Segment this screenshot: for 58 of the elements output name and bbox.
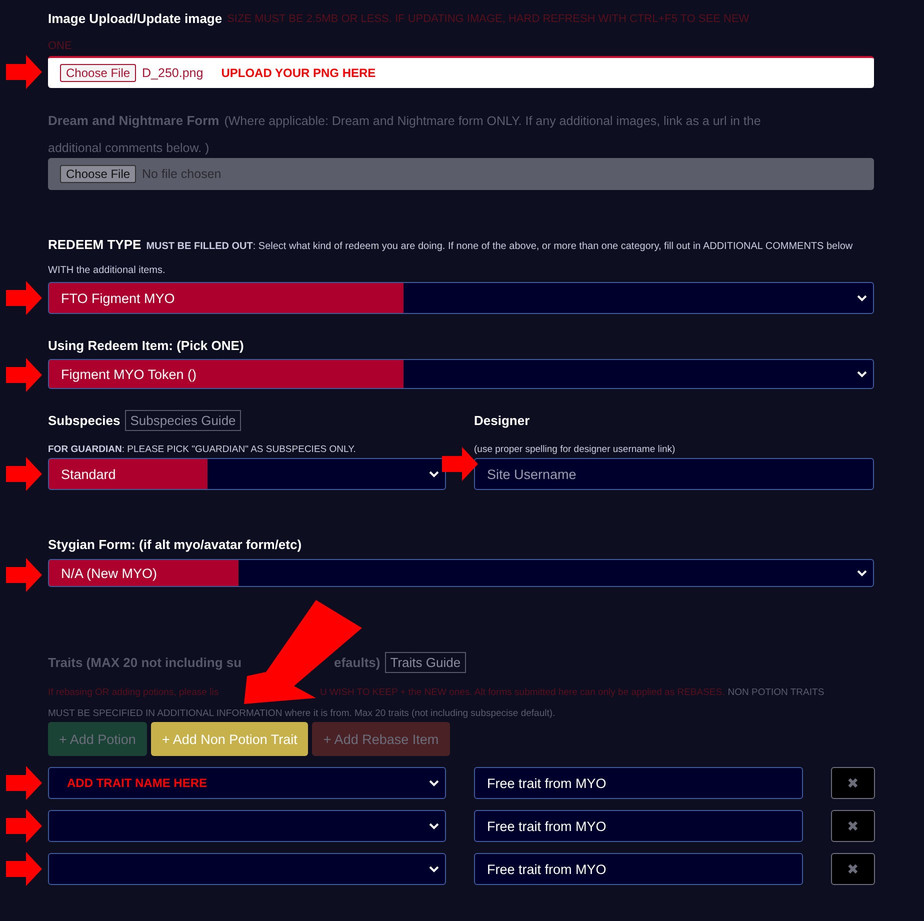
arrow-icon bbox=[6, 456, 42, 492]
annotation-text: UPLOAD YOUR PNG HERE bbox=[221, 66, 376, 80]
choose-file-button[interactable]: Choose File bbox=[60, 64, 136, 82]
remove-button[interactable]: ✖ bbox=[831, 767, 875, 799]
chevron-icon bbox=[429, 470, 439, 478]
trait-select[interactable]: ADD TRAIT NAME HERE bbox=[48, 767, 446, 799]
warning-text: If rebasing OR adding potions, please lis bbox=[48, 687, 219, 698]
arrow-icon bbox=[6, 280, 42, 316]
arrow-icon bbox=[6, 557, 42, 593]
arrow-icon bbox=[6, 357, 42, 393]
field-label: Traits (MAX 20 not including su bbox=[48, 654, 242, 670]
field-label: Subspecies bbox=[48, 412, 120, 428]
arrow-icon bbox=[6, 808, 42, 844]
chevron-icon bbox=[429, 779, 439, 787]
guide-button[interactable]: Traits Guide bbox=[385, 652, 466, 672]
warning-text: SIZE MUST BE 2.5MB OR LESS. IF UPDATING IMAGE, HARD REFRESH WITH CTRL+F5 TO SEE NEW bbox=[227, 12, 750, 24]
chevron-icon bbox=[857, 294, 867, 302]
designer-input[interactable]: Site Username bbox=[474, 458, 874, 490]
note-text: WITH the additional items. bbox=[48, 264, 166, 276]
trait-note-input[interactable]: Free trait from MYO bbox=[474, 810, 803, 842]
field-label: REDEEM TYPE bbox=[48, 237, 142, 252]
note-text: MUST BE SPECIFIED IN ADDITIONAL INFORMATION where it is from. Max 20 traits (not including subspecise default). bbox=[48, 708, 556, 719]
chevron-icon bbox=[857, 370, 867, 378]
trait-note-input[interactable]: Free trait from MYO bbox=[474, 767, 803, 799]
file-name: No file chosen bbox=[142, 167, 222, 181]
trait-select[interactable] bbox=[48, 853, 446, 885]
field-label: Image Upload/Update image bbox=[48, 11, 222, 26]
remove-button[interactable]: ✖ bbox=[831, 853, 875, 885]
field-label: Designer bbox=[474, 412, 530, 428]
note-text: NON POTION TRAITS bbox=[728, 687, 824, 698]
redeem-item-select[interactable]: Figment MYO Token () bbox=[48, 359, 874, 389]
annotation-text: ADD TRAIT NAME HERE bbox=[67, 776, 207, 790]
guide-button[interactable]: Subspecies Guide bbox=[125, 410, 241, 430]
stygian-form-select[interactable]: N/A (New MYO) bbox=[48, 559, 874, 587]
chevron-icon bbox=[429, 865, 439, 873]
arrow-icon bbox=[6, 851, 42, 887]
field-label: Stygian Form: (if alt myo/avatar form/etc) bbox=[48, 536, 302, 552]
file-name: D_250.png bbox=[142, 66, 204, 80]
field-label: efaults) bbox=[334, 654, 380, 670]
chevron-icon bbox=[857, 569, 867, 577]
field-label: Using Redeem Item: (Pick ONE) bbox=[48, 338, 244, 352]
note-text: additional comments below. ) bbox=[48, 140, 210, 154]
remove-button[interactable]: ✖ bbox=[831, 810, 875, 842]
arrow-icon bbox=[6, 54, 42, 90]
redeem-type-select[interactable]: FTO Figment MYO bbox=[48, 282, 874, 314]
note-text: FOR GUARDIAN: PLEASE PICK "GUARDIAN" AS SUBSPECIES ONLY. bbox=[48, 444, 356, 454]
warning-text: ONE bbox=[48, 40, 72, 52]
arrow-icon bbox=[6, 765, 42, 801]
file-input[interactable]: Choose File D_250.png UPLOAD YOUR PNG HERE bbox=[48, 56, 874, 88]
note-text: (Where applicable: Dream and Nightmare form ONLY. If any additional images, link as a url in the bbox=[224, 114, 761, 128]
trait-note-input[interactable]: Free trait from MYO bbox=[474, 853, 803, 885]
chevron-icon bbox=[429, 822, 439, 830]
trait-select[interactable] bbox=[48, 810, 446, 842]
note-text: (use proper spelling for designer username link) bbox=[474, 444, 676, 454]
subspecies-select[interactable]: Standard bbox=[48, 458, 446, 490]
warning-text: U WISH TO KEEP + the NEW ones. Alt forms submitted here can only be applied as REBASES. bbox=[320, 687, 725, 698]
field-label: Dream and Nightmare Form bbox=[48, 113, 220, 128]
note-text: MUST BE FILLED OUT: Select what kind of redeem you are doing. If none of the above, or more than one category, fill out in ADDITIONAL COMMENTS below bbox=[146, 240, 853, 252]
